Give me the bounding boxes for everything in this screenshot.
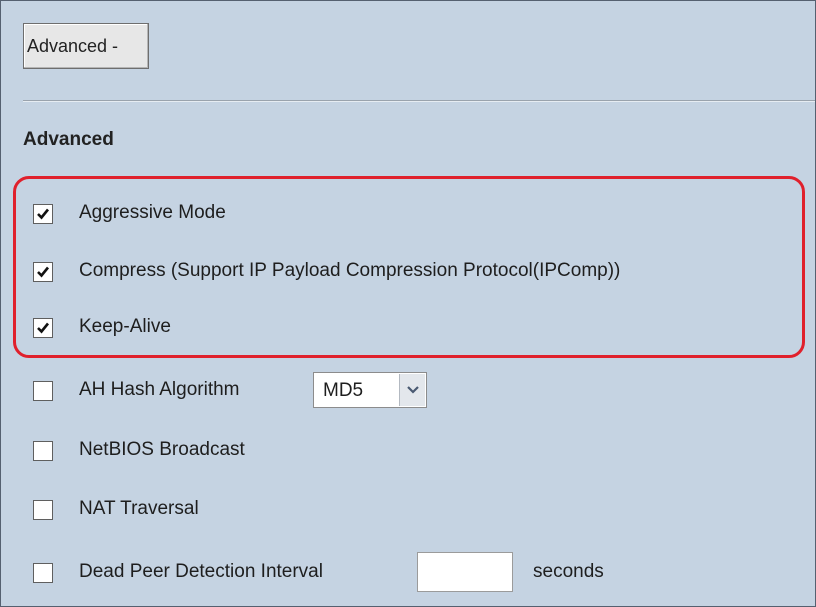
ah-hash-selected-value: MD5 [323,380,364,401]
advanced-toggle-button[interactable]: Advanced - [23,23,149,69]
netbios-label: NetBIOS Broadcast [79,439,245,460]
nat-traversal-checkbox[interactable] [33,500,53,520]
section-title: Advanced [23,129,114,150]
checkmark-icon [37,266,50,278]
ah-hash-label: AH Hash Algorithm [79,379,240,400]
chevron-down-icon [407,386,419,394]
netbios-checkbox[interactable] [33,441,53,461]
ah-hash-select[interactable]: MD5 [313,372,427,408]
keep-alive-label: Keep-Alive [79,316,171,337]
aggressive-mode-label: Aggressive Mode [79,202,226,223]
checkmark-icon [37,208,50,220]
dpd-label: Dead Peer Detection Interval [79,561,323,582]
dpd-checkbox[interactable] [33,563,53,583]
checkmark-icon [37,322,50,334]
compress-label: Compress (Support IP Payload Compression… [79,260,621,281]
select-dropdown-button[interactable] [399,374,425,406]
section-divider [23,100,815,102]
dpd-unit-label: seconds [533,561,604,582]
dpd-interval-input[interactable] [417,552,513,592]
aggressive-mode-checkbox[interactable] [33,204,53,224]
advanced-settings-panel: Advanced - Advanced Aggressive Mode Comp… [0,0,816,607]
nat-traversal-label: NAT Traversal [79,498,199,519]
keep-alive-checkbox[interactable] [33,318,53,338]
ah-hash-checkbox[interactable] [33,381,53,401]
compress-checkbox[interactable] [33,262,53,282]
